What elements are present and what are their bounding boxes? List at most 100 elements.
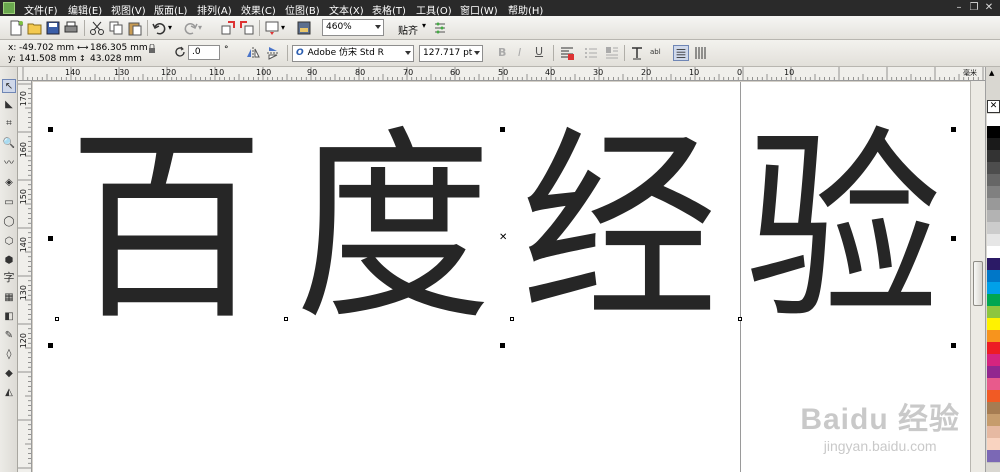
menu-edit[interactable]: 编辑(E) (68, 2, 102, 17)
scrollbar-thumb[interactable] (973, 261, 983, 306)
x-position-field[interactable]: -49.702 mm (19, 43, 74, 53)
selection-handle-top-left[interactable] (48, 127, 53, 132)
save-icon[interactable] (45, 20, 61, 36)
text-align-icon[interactable] (559, 45, 575, 61)
no-color-swatch[interactable]: ✕ (987, 100, 1000, 113)
menu-tools[interactable]: 工具(O) (416, 2, 452, 17)
selection-handle-middle-left[interactable] (48, 236, 53, 241)
color-swatch[interactable] (987, 450, 1000, 463)
char-node-marker[interactable] (55, 317, 59, 321)
menu-table[interactable]: 表格(T) (372, 2, 406, 17)
vertical-text-icon[interactable] (693, 45, 709, 61)
horizontal-ruler[interactable]: 140 130 120 110 100 90 80 70 60 50 40 30… (18, 67, 985, 81)
menu-layout[interactable]: 版面(L) (154, 2, 187, 17)
font-size-select[interactable]: 127.717 pt (419, 45, 483, 62)
interactive-fill-tool-icon[interactable]: ◭ (2, 386, 16, 400)
char-node-marker[interactable] (510, 317, 514, 321)
print-icon[interactable] (63, 20, 79, 36)
close-icon[interactable]: ✕ (982, 1, 996, 14)
selection-handle-bottom-right[interactable] (951, 343, 956, 348)
options-icon[interactable] (432, 20, 448, 36)
selection-handle-top-middle[interactable] (500, 127, 505, 132)
zoom-level-select[interactable]: 460% (322, 19, 384, 36)
text-char[interactable]: 经 (521, 122, 718, 337)
coreldraw-window: 文件(F) 编辑(E) 视图(V) 版面(L) 排列(A) 效果(C) 位图(B… (0, 0, 1000, 472)
application-launcher-icon[interactable] (264, 20, 280, 36)
edit-text-icon[interactable]: abl (650, 48, 661, 56)
crop-tool-icon[interactable]: ⌗ (2, 117, 16, 131)
copy-icon[interactable] (108, 20, 124, 36)
char-node-marker[interactable] (284, 317, 288, 321)
welcome-screen-icon[interactable] (296, 20, 312, 36)
eyedropper-tool-icon[interactable]: ✎ (2, 329, 16, 343)
freehand-tool-icon[interactable]: 〰 (2, 157, 16, 171)
rotation-angle-field[interactable]: .0 (188, 45, 220, 60)
palette-scroll-up-icon[interactable]: ▲ (989, 69, 994, 77)
menu-view[interactable]: 视图(V) (111, 2, 146, 17)
smart-fill-tool-icon[interactable]: ◈ (2, 176, 16, 190)
ellipse-tool-icon[interactable]: ◯ (2, 215, 16, 229)
drop-cap-icon[interactable] (604, 45, 620, 61)
selection-handle-bottom-middle[interactable] (500, 343, 505, 348)
menu-effects[interactable]: 效果(C) (241, 2, 276, 17)
restore-icon[interactable]: ❐ (967, 1, 981, 14)
vertical-scrollbar[interactable] (970, 81, 985, 472)
undo-icon[interactable] (152, 20, 168, 36)
mirror-horizontal-icon[interactable] (245, 45, 261, 61)
toolbar-separator (84, 20, 85, 36)
horizontal-text-icon[interactable] (673, 45, 689, 61)
selection-handle-middle-right[interactable] (951, 236, 956, 241)
width-field[interactable]: 186.305 mm (90, 43, 148, 53)
pick-tool-icon[interactable]: ↖ (2, 79, 16, 93)
y-position-field[interactable]: 141.508 mm (19, 54, 77, 64)
text-tool-icon[interactable]: 字 (2, 271, 16, 285)
selection-center-marker[interactable]: ✕ (499, 232, 507, 243)
outline-tool-icon[interactable]: ◊ (2, 348, 16, 362)
text-char[interactable]: 百 (68, 122, 265, 337)
new-document-icon[interactable] (8, 20, 24, 36)
underline-icon[interactable]: U (535, 45, 543, 58)
redo-icon[interactable] (182, 20, 198, 36)
text-char[interactable]: 验 (745, 122, 942, 337)
minimize-icon[interactable]: – (952, 1, 966, 14)
menu-help[interactable]: 帮助(H) (508, 2, 543, 17)
polygon-tool-icon[interactable]: ⬡ (2, 235, 16, 249)
menu-file[interactable]: 文件(F) (24, 2, 58, 17)
paste-icon[interactable] (127, 20, 143, 36)
menu-arrange[interactable]: 排列(A) (197, 2, 232, 17)
mirror-vertical-icon[interactable] (265, 45, 281, 61)
bullet-list-icon[interactable] (583, 45, 599, 61)
export-icon[interactable] (239, 20, 255, 36)
drawing-canvas[interactable]: 百 度 经 验 ✕ Baidu 经验 jingyan.baidu.com (33, 82, 985, 472)
italic-icon[interactable]: I (518, 46, 521, 59)
char-node-marker[interactable] (738, 317, 742, 321)
vertical-ruler[interactable]: 170 160 150 140 130 120 (18, 81, 32, 472)
menu-bitmaps[interactable]: 位图(B) (285, 2, 320, 17)
menu-text[interactable]: 文本(X) (329, 2, 364, 17)
watermark-url: jingyan.baidu.com (823, 438, 937, 454)
import-icon[interactable] (220, 20, 236, 36)
rectangle-tool-icon[interactable]: ▭ (2, 196, 16, 210)
redo-dropdown-icon[interactable]: ▾ (198, 20, 214, 36)
cut-icon[interactable] (89, 20, 105, 36)
bold-icon[interactable]: B (498, 46, 506, 59)
character-formatting-icon[interactable] (629, 45, 645, 61)
table-tool-icon[interactable]: ▦ (2, 291, 16, 305)
height-field[interactable]: 43.028 mm (90, 54, 142, 64)
open-icon[interactable] (27, 20, 43, 36)
snap-dropdown-icon[interactable]: ▾ (422, 21, 426, 30)
font-family-select[interactable]: O Adobe 仿宋 Std R (292, 45, 414, 62)
snap-to-menu[interactable]: 贴齐 (398, 22, 418, 37)
shape-tool-icon[interactable]: ◣ (2, 98, 16, 112)
lock-ratio-icon[interactable] (148, 44, 156, 54)
zoom-tool-icon[interactable]: 🔍 (2, 137, 16, 151)
selection-handle-top-right[interactable] (951, 127, 956, 132)
interactive-blend-tool-icon[interactable]: ◧ (2, 310, 16, 324)
baidu-jingyan-watermark: Baidu 经验 jingyan.baidu.com (800, 394, 960, 454)
text-char[interactable]: 度 (295, 122, 492, 337)
menu-window[interactable]: 窗口(W) (460, 2, 498, 17)
basic-shapes-tool-icon[interactable]: ⬢ (2, 254, 16, 268)
fill-tool-icon[interactable]: ◆ (2, 367, 16, 381)
selection-handle-bottom-left[interactable] (48, 343, 53, 348)
launcher-dropdown-icon[interactable]: ▾ (281, 20, 297, 36)
